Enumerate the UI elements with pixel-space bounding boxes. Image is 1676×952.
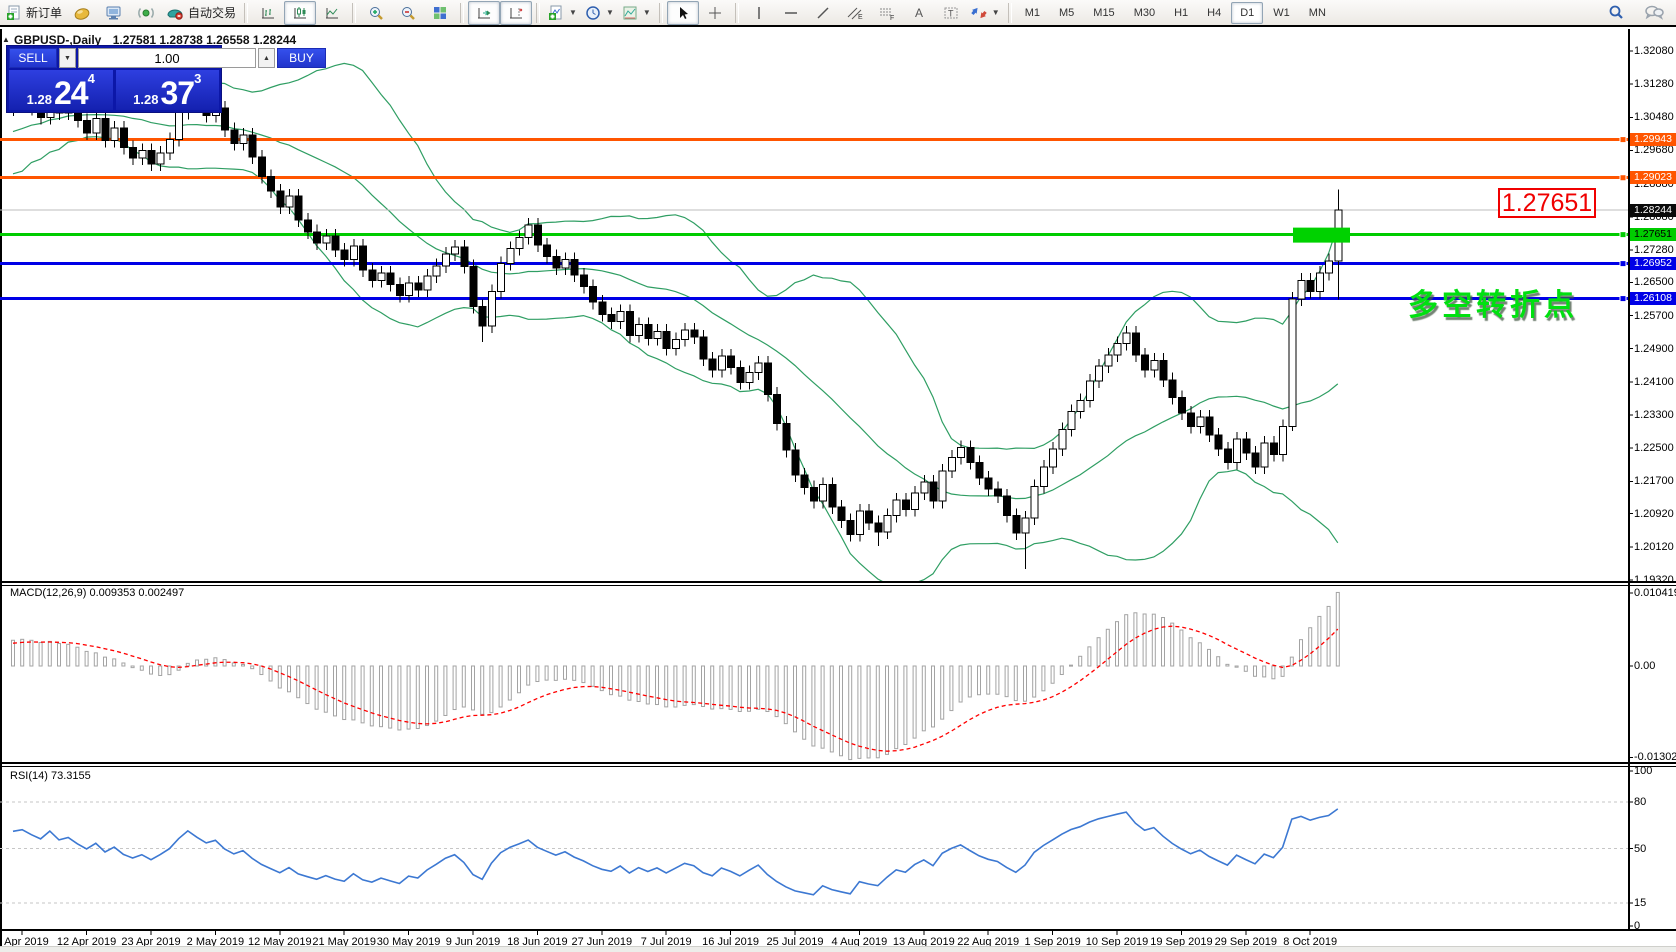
lot-increase-button[interactable]: ▲ — [258, 48, 275, 68]
turning-point-annotation: 多空转折点 — [1408, 289, 1578, 322]
price-line-tag: 1.29023 — [1630, 171, 1676, 185]
macd-indicator-label: MACD(12,26,9) 0.009353 0.002497 — [10, 587, 185, 599]
sell-price-prefix: 1.28 — [26, 92, 52, 107]
buy-button[interactable]: BUY — [277, 48, 326, 68]
buy-price-button[interactable]: 1.28 37 3 — [115, 70, 219, 111]
pane-separator — [0, 585, 1676, 586]
price-axis-border — [1628, 29, 1630, 931]
lot-decrease-button[interactable]: ▼ — [59, 48, 76, 68]
buy-price-prefix: 1.28 — [133, 92, 159, 107]
price-line-tag: 1.26108 — [1630, 292, 1676, 306]
pane-separator[interactable] — [0, 762, 1676, 764]
pane-separator[interactable] — [0, 581, 1676, 583]
price-line-tag: 1.27651 — [1630, 228, 1676, 242]
bid-price-tag: 1.28244 — [1630, 203, 1676, 217]
one-click-trading-panel: SELL ▼ ▲ BUY 1.28 24 4 1.28 37 3 — [7, 46, 326, 112]
price-line-tag: 1.29943 — [1630, 133, 1676, 147]
date-axis-border — [0, 929, 1676, 931]
chart-title: GBPUSD-,Daily 1.27581 1.28738 1.26558 1.… — [14, 33, 296, 47]
buy-price-point: 3 — [194, 71, 202, 86]
mt-terminal-window: 新订单 自动交易 ▼ ▼ ▼ E F A T ▼ M1 M5 M15 M30 H… — [0, 0, 1676, 952]
price-level-annotation: 1.27651 — [1498, 188, 1596, 218]
price-line-tag: 1.26952 — [1630, 257, 1676, 271]
chart-canvas[interactable] — [0, 0, 1676, 952]
sell-price-button[interactable]: 1.28 24 4 — [9, 70, 113, 110]
sell-price-pips: 24 — [53, 75, 89, 111]
sell-button[interactable]: SELL — [9, 48, 57, 68]
sell-price-point: 4 — [87, 71, 95, 86]
collapse-pane-icon[interactable]: ▲ — [2, 35, 10, 44]
pane-separator — [0, 766, 1676, 767]
rsi-indicator-label: RSI(14) 73.3155 — [10, 770, 91, 782]
chart-symbol-period: GBPUSD-,Daily — [14, 33, 102, 47]
buy-price-pips: 37 — [160, 75, 195, 111]
chart-ohlc-values: 1.27581 1.28738 1.26558 1.28244 — [112, 33, 297, 47]
lot-size-input[interactable] — [78, 48, 256, 68]
